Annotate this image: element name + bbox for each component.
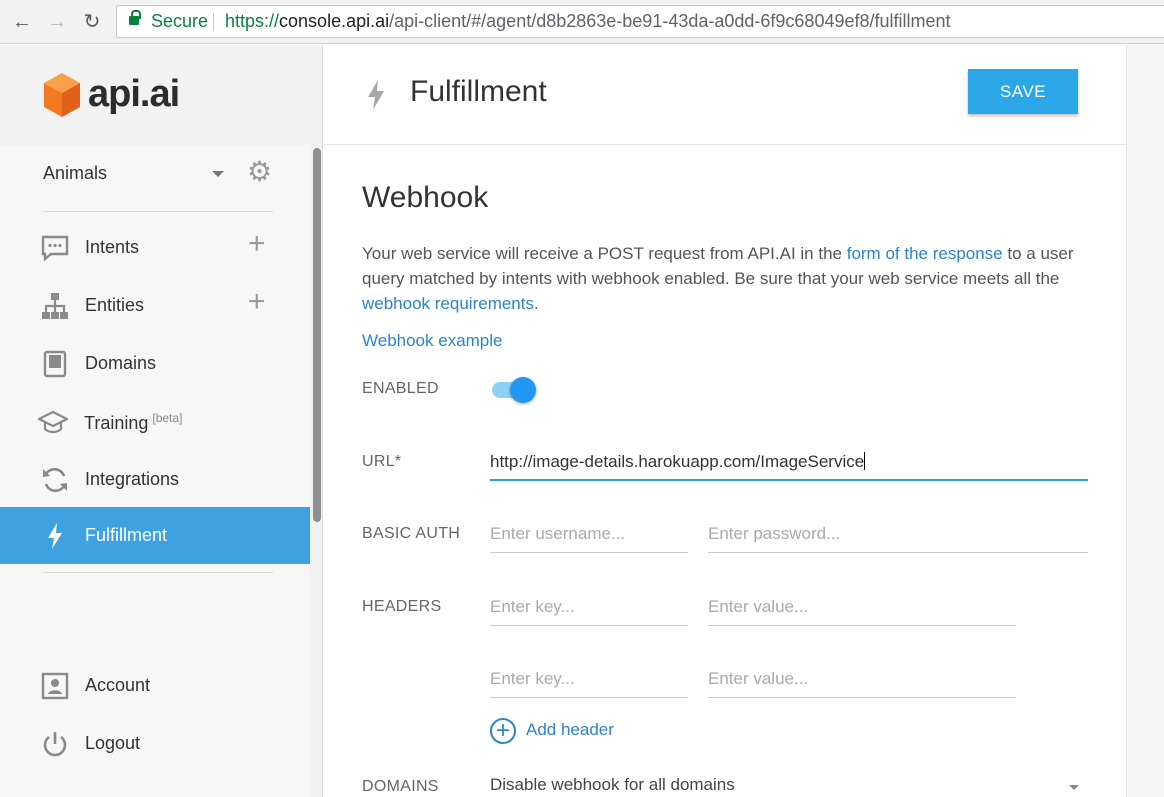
sidebar-item-label: Entities <box>85 295 145 315</box>
secure-label: Secure <box>151 11 209 31</box>
add-entity-plus-icon[interactable]: + <box>248 287 266 317</box>
account-icon <box>41 672 69 700</box>
back-arrow-icon[interactable]: ← <box>10 10 34 34</box>
book-icon <box>43 350 67 378</box>
logo-text: api.ai <box>88 73 180 115</box>
sidebar-nav: Animals ⚙ Intents + Entities + Domains T… <box>0 145 310 797</box>
reload-icon[interactable]: ↻ <box>80 10 104 34</box>
page-title: Fulfillment <box>410 75 547 108</box>
url-input-value: http://image-details.harokuapp.com/Image… <box>490 452 865 471</box>
sidebar-item-label: Fulfillment <box>85 525 168 545</box>
lock-icon <box>129 10 141 25</box>
logo-cube-icon <box>44 73 80 117</box>
bolt-icon <box>48 523 62 549</box>
header-key-input[interactable]: Enter key... <box>490 664 688 698</box>
sidebar-item-account[interactable]: Account <box>0 657 310 714</box>
sidebar-item-label: Integrations <box>85 469 180 489</box>
address-separator <box>213 13 214 31</box>
bolt-icon <box>368 80 384 110</box>
plus-circle-icon: + <box>490 718 516 744</box>
url-host: console.api.ai <box>279 11 390 31</box>
section-title: Webhook <box>362 181 489 214</box>
url-path: /api-client/#/agent/d8b2863e-be91-43da-a… <box>389 11 951 31</box>
main-content: Fulfillment SAVE Webhook Your web servic… <box>324 45 1126 797</box>
sidebar-item-training[interactable]: Training [beta] <box>0 393 310 450</box>
form-of-response-link[interactable]: form of the response <box>847 244 1003 263</box>
domains-label: DOMAINS <box>362 778 439 795</box>
address-bar[interactable]: Secure https://console.api.ai/api-client… <box>116 5 1164 38</box>
sidebar-item-label: Account <box>85 675 151 695</box>
right-panel-edge <box>1126 45 1164 797</box>
refresh-icon <box>43 467 67 493</box>
beta-badge: [beta] <box>152 411 183 425</box>
training-label: Training <box>84 413 149 433</box>
webhook-description: Your web service will receive a POST req… <box>362 241 1082 316</box>
sidebar-item-intents[interactable]: Intents + <box>0 219 310 276</box>
add-header-label: Add header <box>526 720 614 739</box>
sidebar-scrollbar[interactable] <box>313 148 321 522</box>
description-text: Your web service will receive a POST req… <box>362 244 847 263</box>
url-label: URL* <box>362 453 402 470</box>
webhook-example-link[interactable]: Webhook example <box>362 331 503 351</box>
graduation-cap-icon <box>38 410 68 434</box>
chevron-down-icon <box>212 171 224 177</box>
url-input[interactable]: http://image-details.harokuapp.com/Image… <box>490 447 1088 481</box>
hierarchy-icon <box>42 293 68 319</box>
description-text: . <box>533 294 539 313</box>
sidebar-item-integrations[interactable]: Integrations <box>0 451 310 508</box>
forward-arrow-icon[interactable]: → <box>45 10 69 34</box>
header-value-input[interactable]: Enter value... <box>708 592 1016 626</box>
sidebar-item-entities[interactable]: Entities + <box>0 277 310 334</box>
sidebar-item-label: Logout <box>85 733 141 753</box>
page-header: Fulfillment SAVE <box>324 45 1126 145</box>
power-icon <box>43 732 67 757</box>
enabled-label: ENABLED <box>362 380 439 397</box>
header-key-input[interactable]: Enter key... <box>490 592 688 626</box>
header-value-input[interactable]: Enter value... <box>708 664 1016 698</box>
browser-toolbar: ← → ↻ Secure https://console.api.ai/api-… <box>0 0 1164 44</box>
add-intent-plus-icon[interactable]: + <box>248 229 266 259</box>
domains-select[interactable]: Disable webhook for all domains <box>490 775 735 795</box>
divider <box>43 572 273 573</box>
sidebar-item-domains[interactable]: Domains <box>0 335 310 392</box>
password-input[interactable]: Enter password... <box>708 519 1088 553</box>
sidebar-item-fulfillment[interactable]: Fulfillment <box>0 507 310 564</box>
chat-bubble-icon <box>41 235 69 262</box>
agent-name: Animals <box>43 163 108 183</box>
divider <box>43 211 273 212</box>
text-cursor <box>864 452 866 470</box>
chevron-down-icon[interactable] <box>1069 785 1079 790</box>
sidebar-item-logout[interactable]: Logout <box>0 715 310 772</box>
toggle-thumb <box>510 377 536 403</box>
save-button[interactable]: SAVE <box>968 69 1078 114</box>
url-text: https://console.api.ai/api-client/#/agen… <box>225 6 951 37</box>
sidebar-item-label: Intents <box>85 237 140 257</box>
sidebar: api.ai Animals ⚙ Intents + Entities + Do… <box>0 45 323 797</box>
sidebar-item-label: Training [beta] <box>84 411 182 434</box>
url-scheme: https:// <box>225 11 280 31</box>
webhook-requirements-link[interactable]: webhook requirements <box>362 294 534 313</box>
headers-label: HEADERS <box>362 598 442 615</box>
username-input[interactable]: Enter username... <box>490 519 688 553</box>
gear-icon[interactable]: ⚙ <box>247 158 272 186</box>
sidebar-item-label: Domains <box>85 353 157 373</box>
basic-auth-label: BASIC AUTH <box>362 525 461 542</box>
